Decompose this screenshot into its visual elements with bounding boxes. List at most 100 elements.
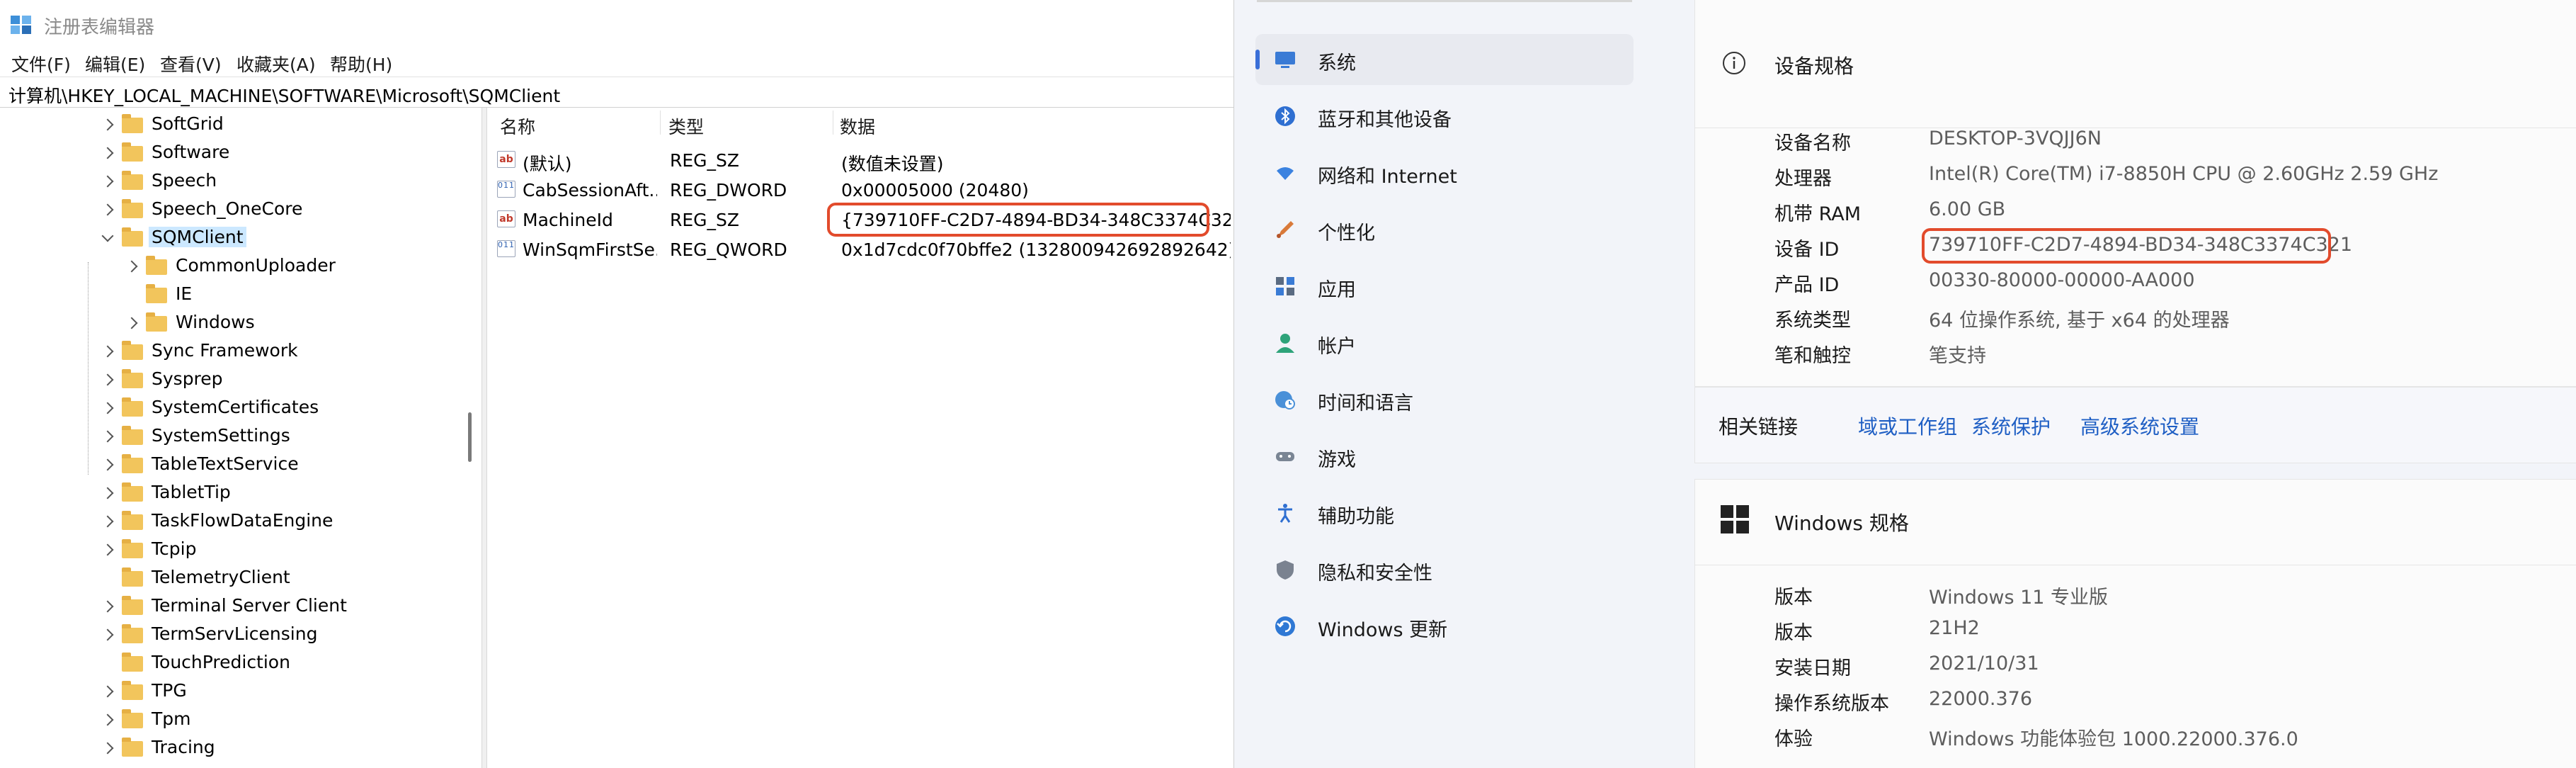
tree-item[interactable]: Speech — [0, 169, 460, 197]
menu-file[interactable]: 文件(F) — [11, 51, 71, 77]
tree-item[interactable]: Tracing — [0, 735, 460, 764]
link-advanced-system-settings[interactable]: 高级系统设置 — [2080, 412, 2199, 440]
nav-item[interactable]: 应用 — [1255, 261, 1634, 312]
tree-item[interactable]: SoftGrid — [0, 112, 460, 140]
link-domain-workgroup[interactable]: 域或工作组 — [1858, 412, 1957, 440]
nav-item[interactable]: 帐户 — [1255, 317, 1634, 368]
chevron-right-icon[interactable] — [101, 175, 114, 188]
spec-value[interactable]: 笔支持 — [1929, 340, 1986, 368]
spec-value[interactable]: DESKTOP-3VQJJ6N — [1929, 128, 2102, 149]
chevron-right-icon[interactable] — [101, 345, 114, 358]
folder-icon — [122, 199, 143, 218]
tree-item[interactable]: Speech_OneCore — [0, 197, 460, 225]
nav-item[interactable]: Windows 更新 — [1255, 601, 1634, 652]
spec-label: 版本 — [1774, 622, 1813, 644]
chevron-right-icon[interactable] — [101, 458, 114, 471]
spec-value[interactable]: 21H2 — [1929, 617, 1980, 639]
column-header-data[interactable]: 数据 — [840, 113, 875, 139]
nav-item[interactable]: 蓝牙和其他设备 — [1255, 91, 1634, 142]
spec-value[interactable]: Windows 功能体验包 1000.22000.376.0 — [1929, 723, 2298, 751]
value-list[interactable]: 名称 类型 数据 ab (默认) REG_SZ (数值未设置) 011 CabSessio… — [487, 108, 1233, 768]
key-tree[interactable]: SoftGrid Software Speech Speech_OneCore SQMC… — [0, 108, 481, 768]
spec-label: 设备名称 — [1774, 132, 1851, 154]
address-bar[interactable]: 计算机\HKEY_LOCAL_MACHINE\SOFTWARE\Microsof… — [0, 77, 1233, 108]
nav-item[interactable]: 网络和 Internet — [1255, 147, 1634, 198]
tree-item[interactable]: Tpm — [0, 707, 460, 735]
spec-value[interactable]: Intel(R) Core(TM) i7-8850H CPU @ 2.60GHz… — [1929, 163, 2438, 185]
folder-icon — [122, 227, 143, 247]
value-row[interactable]: ab (默认) REG_SZ (数值未设置) — [487, 145, 1233, 174]
nav-item[interactable]: 游戏 — [1255, 431, 1634, 482]
chevron-right-icon[interactable] — [101, 628, 114, 641]
tree-item[interactable]: TaskFlowDataEngine — [0, 509, 460, 537]
chevron-right-icon[interactable] — [101, 487, 114, 499]
nav-item[interactable]: 系统 — [1255, 34, 1634, 85]
column-header-name[interactable]: 名称 — [500, 113, 535, 139]
tree-item[interactable]: Terminal Server Client — [0, 594, 460, 622]
chevron-right-icon[interactable] — [101, 543, 114, 556]
tree-item[interactable]: CommonUploader — [0, 254, 460, 282]
tree-item[interactable]: TPG — [0, 679, 460, 707]
tree-item[interactable]: Sysprep — [0, 367, 460, 395]
device-specs-header[interactable]: 设备规格 — [1695, 0, 2576, 128]
spec-value[interactable]: 64 位操作系统, 基于 x64 的处理器 — [1929, 305, 2230, 332]
link-system-protection[interactable]: 系统保护 — [1971, 412, 2051, 440]
menu-favorites[interactable]: 收藏夹(A) — [236, 51, 316, 77]
chevron-right-icon[interactable] — [125, 317, 138, 329]
spec-value[interactable]: 6.00 GB — [1929, 198, 2005, 220]
chevron-right-icon[interactable] — [101, 742, 114, 755]
value-row[interactable]: 011 WinSqmFirstSe... REG_QWORD 0x1d7cdc0f70… — [487, 234, 1233, 264]
tree-item[interactable]: TableTextService — [0, 452, 460, 480]
tree-item[interactable]: Tcpip — [0, 537, 460, 565]
chevron-right-icon[interactable] — [101, 402, 114, 414]
tree-scrollbar[interactable] — [465, 108, 475, 768]
tree-item-label: CommonUploader — [176, 255, 336, 276]
chevron-right-icon[interactable] — [101, 600, 114, 613]
column-header-type[interactable]: 类型 — [668, 113, 704, 139]
windows-logo-icon — [1721, 505, 1749, 533]
chevron-right-icon[interactable] — [101, 713, 114, 726]
chevron-right-icon[interactable] — [101, 515, 114, 528]
title-bar[interactable]: 注册表编辑器 — [0, 0, 1233, 48]
spec-value[interactable]: Windows 11 专业版 — [1929, 582, 2108, 609]
folder-icon — [122, 596, 143, 615]
menu-help[interactable]: 帮助(H) — [330, 51, 392, 77]
tree-item[interactable]: Sync Framework — [0, 339, 460, 367]
nav-item[interactable]: 隐私和安全性 — [1255, 544, 1634, 595]
nav-item[interactable]: 个性化 — [1255, 204, 1634, 255]
tree-item[interactable]: Software — [0, 140, 460, 169]
address-path[interactable]: 计算机\HKEY_LOCAL_MACHINE\SOFTWARE\Microsof… — [8, 82, 560, 108]
nav-item[interactable]: 时间和语言 — [1255, 374, 1634, 425]
pane-splitter[interactable] — [481, 108, 487, 768]
menu-view[interactable]: 查看(V) — [160, 51, 222, 77]
string-value-icon: ab — [497, 210, 515, 227]
scrollbar-thumb[interactable] — [468, 412, 472, 462]
chevron-right-icon[interactable] — [125, 260, 138, 273]
tree-item[interactable]: SQMClient — [0, 225, 460, 254]
tree-item-label: Terminal Server Client — [152, 595, 347, 616]
spec-value[interactable]: 00330-80000-00000-AA000 — [1929, 269, 2195, 291]
chevron-right-icon[interactable] — [101, 147, 114, 159]
spec-value[interactable]: 22000.376 — [1929, 688, 2032, 710]
tree-item[interactable]: Windows — [0, 310, 460, 339]
chevron-down-icon[interactable] — [101, 230, 114, 242]
chevron-right-icon[interactable] — [101, 685, 114, 698]
tree-item[interactable]: TermServLicensing — [0, 622, 460, 650]
menu-edit[interactable]: 编辑(E) — [85, 51, 145, 77]
spec-value[interactable]: 2021/10/31 — [1929, 653, 2039, 674]
nav-item[interactable]: 辅助功能 — [1255, 487, 1634, 538]
apps-icon — [1276, 277, 1294, 295]
tree-item[interactable]: TouchPrediction — [0, 650, 460, 679]
column-separator[interactable] — [660, 111, 661, 135]
tree-item[interactable]: TabletTip — [0, 480, 460, 509]
chevron-right-icon[interactable] — [101, 203, 114, 216]
windows-specs-header[interactable]: Windows 规格 — [1695, 480, 2576, 565]
chevron-right-icon[interactable] — [101, 373, 114, 386]
value-row[interactable]: 011 CabSessionAft... REG_DWORD 0x00005000 (… — [487, 174, 1233, 204]
chevron-right-icon[interactable] — [101, 430, 114, 443]
tree-item[interactable]: SystemSettings — [0, 424, 460, 452]
tree-item[interactable]: SystemCertificates — [0, 395, 460, 424]
chevron-right-icon[interactable] — [101, 118, 114, 131]
tree-item[interactable]: IE — [0, 282, 460, 310]
tree-item[interactable]: TelemetryClient — [0, 565, 460, 594]
